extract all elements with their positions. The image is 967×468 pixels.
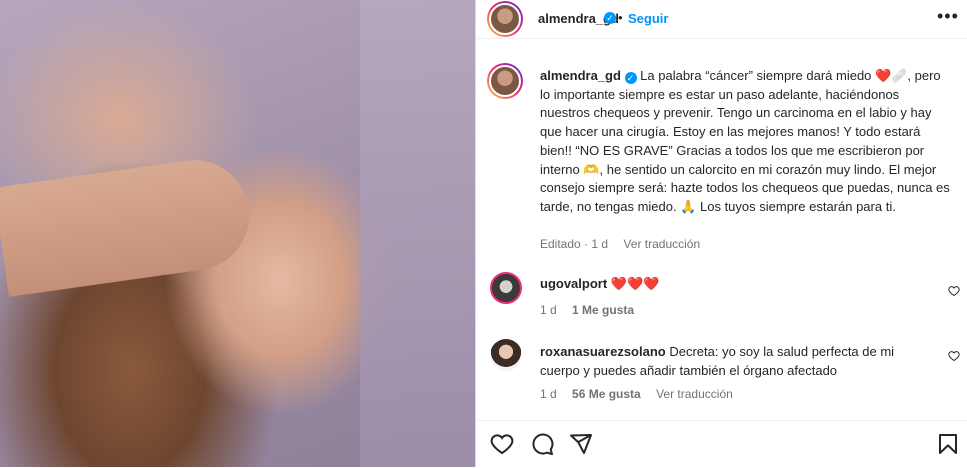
- translate-link[interactable]: Ver traducción: [623, 237, 700, 251]
- photo-arm: [0, 153, 257, 297]
- caption-avatar[interactable]: [487, 63, 523, 99]
- comment-2-meta: 1 d 56 Me gusta Ver traducción: [540, 387, 733, 401]
- comment-1: ugovalport ❤️❤️❤️: [540, 275, 930, 294]
- comment-likes[interactable]: 1 Me gusta: [572, 303, 634, 317]
- post-side-panel: almendra_gd ✓ • Seguir ••• almendra_gd ✓…: [476, 0, 967, 467]
- comment-2: roxanasuarezsolano Decreta: yo soy la sa…: [540, 343, 930, 380]
- photo-pillow: [360, 0, 475, 467]
- post-header: almendra_gd ✓ • Seguir •••: [476, 0, 967, 39]
- comment-likes[interactable]: 56 Me gusta: [572, 387, 641, 401]
- heart-icon[interactable]: [490, 432, 514, 456]
- post-photo[interactable]: [0, 0, 475, 467]
- comment-username[interactable]: roxanasuarezsolano: [540, 344, 666, 359]
- caption-text: La palabra “cáncer” siempre dará miedo ❤…: [540, 68, 950, 214]
- comment-avatar-ugovalport[interactable]: [490, 272, 522, 304]
- separator-dot: •: [618, 10, 623, 25]
- follow-button[interactable]: Seguir: [628, 11, 668, 26]
- caption-edited: Editado: [540, 237, 581, 251]
- heart-icon[interactable]: [948, 285, 960, 297]
- comment-time: 1 d: [540, 303, 557, 317]
- comment-username[interactable]: ugovalport: [540, 276, 607, 291]
- caption-text-block: almendra_gd ✓ La palabra “cáncer” siempr…: [540, 67, 950, 217]
- share-icon[interactable]: [569, 432, 593, 456]
- caption-meta: Editado · 1 d Ver traducción: [540, 237, 700, 251]
- more-icon[interactable]: •••: [937, 6, 959, 27]
- meta-dot: ·: [584, 237, 589, 251]
- action-bar: [476, 420, 967, 468]
- author-avatar[interactable]: [487, 1, 523, 37]
- caption-username[interactable]: almendra_gd: [540, 68, 621, 83]
- comment-text: ❤️❤️❤️: [610, 276, 660, 291]
- comment-translate-link[interactable]: Ver traducción: [656, 387, 733, 401]
- comment-time: 1 d: [540, 387, 557, 401]
- verified-icon: ✓: [604, 12, 616, 24]
- comment-1-meta: 1 d 1 Me gusta: [540, 303, 634, 317]
- comment-icon[interactable]: [530, 432, 554, 456]
- heart-icon[interactable]: [948, 350, 960, 362]
- bookmark-icon[interactable]: [936, 432, 960, 456]
- comment-avatar-roxanasuarezsolano[interactable]: [490, 339, 522, 371]
- caption-time: 1 d: [591, 237, 609, 251]
- verified-icon: ✓: [624, 72, 637, 84]
